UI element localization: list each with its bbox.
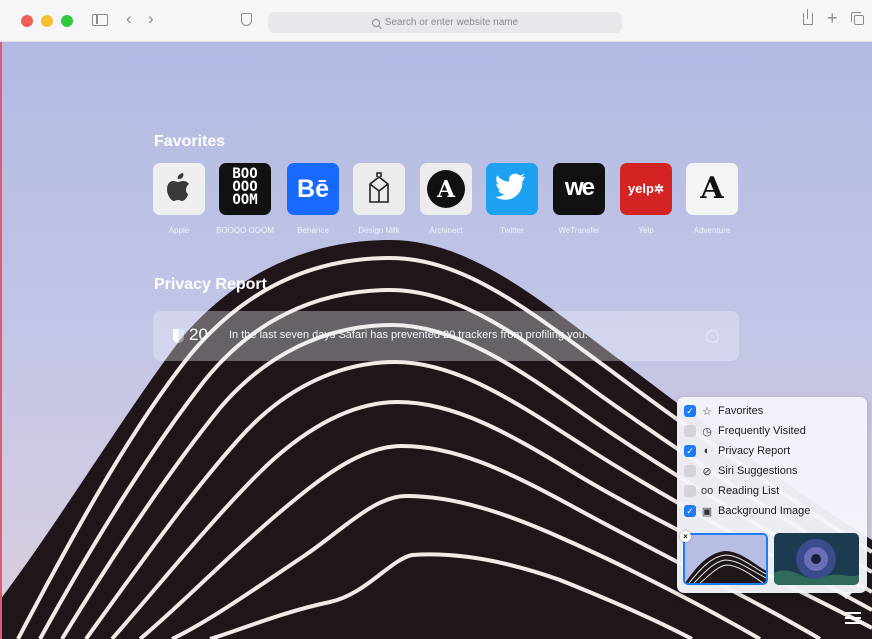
yelp-logo-text: yelp <box>627 181 654 196</box>
glasses-icon: oo <box>701 485 714 497</box>
browser-toolbar: ‹ › Search or enter website name + <box>0 0 872 42</box>
option-label: Reading List <box>718 485 780 497</box>
option-label: Favorites <box>718 405 764 417</box>
adventure-logo: A <box>686 163 738 215</box>
option-favorites[interactable]: ✓ ☆ Favorites <box>684 403 763 419</box>
tab-overview-icon[interactable] <box>851 12 864 25</box>
close-window-button[interactable] <box>21 15 33 27</box>
favorite-label: WeTransfer <box>558 226 600 235</box>
favorite-label: Yelp <box>638 226 654 235</box>
checkbox-unchecked[interactable] <box>684 425 696 437</box>
favorite-label: Twitter <box>500 226 524 235</box>
favorite-label: BOOOO OOOM <box>216 226 274 235</box>
privacy-shield-icon[interactable] <box>241 13 252 26</box>
wetransfer-logo: we <box>553 163 605 215</box>
design-milk-carton-icon <box>353 163 405 215</box>
favorite-twitter[interactable]: Twitter <box>482 163 542 236</box>
option-reading-list[interactable]: oo Reading List <box>684 483 779 499</box>
back-arrow-icon[interactable]: ‹ <box>126 10 132 27</box>
privacy-report-heading: Privacy Report <box>154 276 267 293</box>
sidebar-toggle-icon[interactable] <box>92 14 108 26</box>
clock-icon: ◷ <box>702 425 712 438</box>
tracker-count: 20 <box>189 325 208 344</box>
favorite-label: Apple <box>168 226 190 235</box>
shield-icon: ◐ <box>703 445 711 457</box>
star-icon: ☆ <box>702 405 712 418</box>
privacy-shield-icon <box>173 329 184 343</box>
address-placeholder: Search or enter website name <box>384 17 519 28</box>
customize-start-page-popover: ✓ ☆ Favorites ◷ Frequently Visited ✓ ◐ P… <box>677 397 867 593</box>
option-label: Background Image <box>718 505 811 517</box>
checkbox-unchecked[interactable] <box>684 465 696 477</box>
booooom-logo: BOO OOO OOM <box>219 163 271 215</box>
apple-logo-icon <box>153 163 205 215</box>
popover-pointer <box>839 592 853 599</box>
option-background-image[interactable]: ✓ ▣ Background Image <box>684 503 810 519</box>
privacy-report-message: In the last seven days Safari has preven… <box>229 329 588 341</box>
favorite-adventure[interactable]: A Adventure <box>682 163 742 236</box>
option-label: Privacy Report <box>718 445 791 457</box>
checkbox-unchecked[interactable] <box>684 485 696 497</box>
image-icon: ▣ <box>701 505 713 518</box>
minimize-window-button[interactable] <box>41 15 53 27</box>
checkbox-checked[interactable]: ✓ <box>684 505 696 517</box>
option-label: Siri Suggestions <box>718 465 798 477</box>
favorite-label: Adventure <box>693 226 731 235</box>
favorite-yelp[interactable]: yelp✲ Yelp <box>616 163 676 236</box>
option-label: Frequently Visited <box>718 425 806 437</box>
booooom-logo-text: BOO OOO OOM <box>232 166 258 208</box>
forward-arrow-icon[interactable]: › <box>148 10 154 27</box>
favorite-booooom[interactable]: BOO OOO OOM BOOOO OOOM <box>215 163 275 236</box>
favorite-wetransfer[interactable]: we WeTransfer <box>549 163 609 236</box>
yelp-logo: yelp✲ <box>620 163 672 215</box>
archinect-logo: A <box>420 163 472 215</box>
background-thumbnail-building[interactable] <box>683 533 768 585</box>
option-frequently-visited[interactable]: ◷ Frequently Visited <box>684 423 806 439</box>
zoom-window-button[interactable] <box>61 15 73 27</box>
checkbox-checked[interactable]: ✓ <box>684 405 696 417</box>
favorite-label: Design Milk <box>358 226 400 235</box>
compass-icon: ⊘ <box>702 465 712 478</box>
address-bar[interactable]: Search or enter website name <box>268 12 622 33</box>
window-edge <box>0 42 2 639</box>
option-privacy-report[interactable]: ✓ ◐ Privacy Report <box>684 443 790 459</box>
favorite-behance[interactable]: Bē Behance <box>283 163 343 236</box>
privacy-details-icon[interactable] <box>706 330 719 343</box>
customize-settings-icon[interactable] <box>845 612 861 628</box>
remove-background-icon[interactable]: × <box>680 531 691 542</box>
favorites-heading: Favorites <box>154 133 226 150</box>
favorite-label: Archinect <box>429 226 463 235</box>
share-icon[interactable] <box>803 9 813 25</box>
archinect-logo-text: A <box>436 176 456 203</box>
favorite-apple[interactable]: Apple <box>149 163 209 236</box>
option-siri-suggestions[interactable]: ⊘ Siri Suggestions <box>684 463 798 479</box>
background-thumbnail-flower[interactable] <box>774 533 859 585</box>
search-icon <box>371 18 380 27</box>
twitter-bird-icon <box>486 163 538 215</box>
checkbox-checked[interactable]: ✓ <box>684 445 696 457</box>
favorite-archinect[interactable]: A Archinect <box>416 163 476 236</box>
behance-logo: Bē <box>287 163 339 215</box>
favorite-design-milk[interactable]: Design Milk <box>349 163 409 236</box>
new-tab-plus-icon[interactable]: + <box>827 9 838 27</box>
favorite-label: Behance <box>297 226 329 235</box>
